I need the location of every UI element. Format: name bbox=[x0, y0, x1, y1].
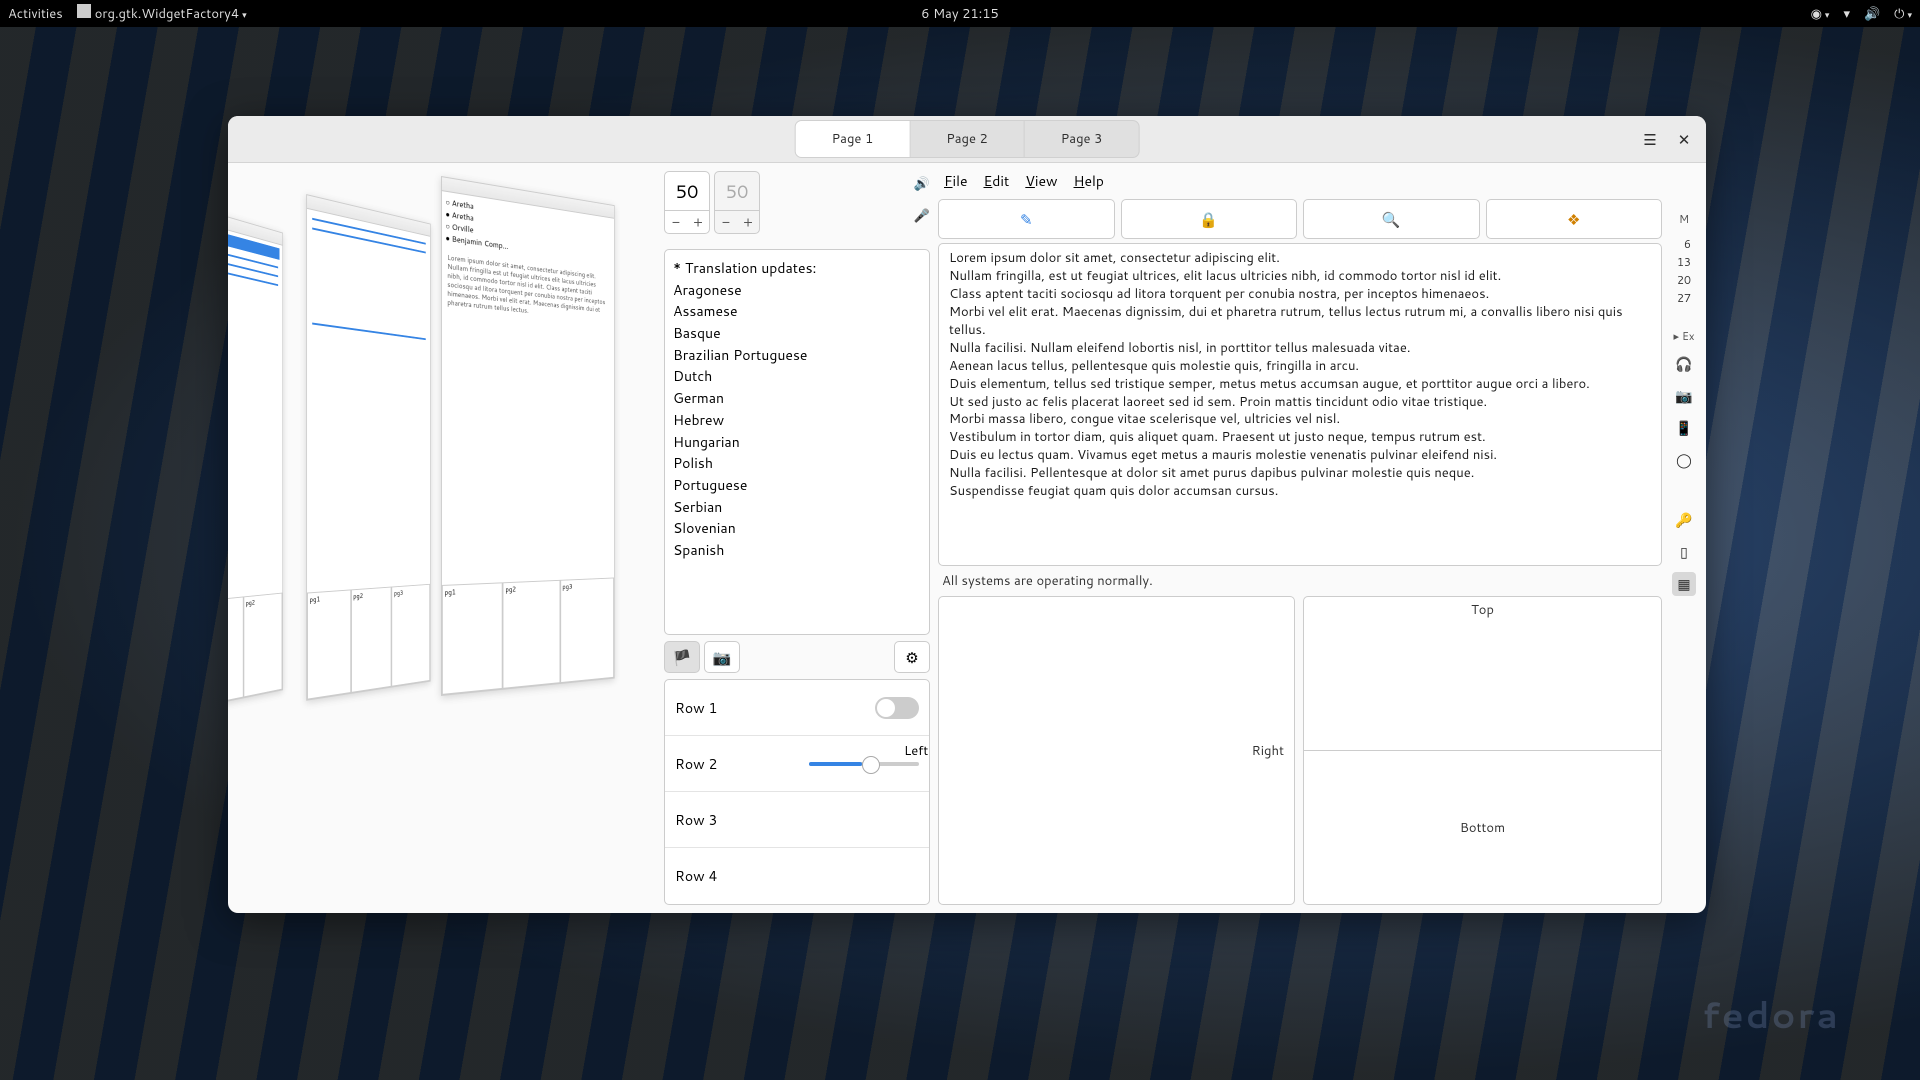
toolbar-open-button[interactable]: ✎ bbox=[938, 199, 1115, 239]
toggle-toolbar: 🏴 📷 ⚙ bbox=[664, 641, 930, 673]
language-listbox[interactable]: * Translation updates: Aragonese Assames… bbox=[664, 249, 930, 635]
tab-page3[interactable]: Page 3 bbox=[1025, 121, 1139, 157]
list-item[interactable]: German bbox=[673, 388, 921, 410]
app-icon bbox=[77, 4, 91, 18]
toolbar-search-button[interactable]: 🔍 bbox=[1303, 199, 1480, 239]
pane-label-left: Left bbox=[904, 742, 928, 760]
headphones-icon[interactable]: 🎧 bbox=[1672, 352, 1696, 376]
speaker-icon[interactable]: 🔊 bbox=[914, 175, 930, 193]
menu-bar: File Edit View Help bbox=[938, 171, 1662, 195]
list-row-4[interactable]: Row 4 bbox=[665, 848, 929, 904]
search-icon: 🔍 bbox=[1382, 209, 1401, 230]
sidebar-month-label: M bbox=[1679, 211, 1689, 227]
lorem-textview[interactable]: Lorem ipsum dolor sit amet, consectetur … bbox=[938, 243, 1662, 566]
list-item[interactable]: Aragonese bbox=[673, 280, 921, 302]
spin-button-disabled: 50 −+ bbox=[714, 171, 760, 234]
clock[interactable]: 6 May 21:15 bbox=[921, 5, 998, 23]
network-icon[interactable]: ▾ bbox=[1843, 5, 1850, 23]
list-item[interactable]: Hungarian bbox=[673, 432, 921, 454]
spin-plus-icon[interactable]: + bbox=[687, 211, 709, 233]
volume-icon[interactable]: 🔊 bbox=[1864, 5, 1880, 23]
hamburger-menu-button[interactable]: ☰ bbox=[1636, 125, 1664, 153]
doc-icon[interactable]: ▯ bbox=[1672, 540, 1696, 564]
circle-icon[interactable]: ◯ bbox=[1672, 448, 1696, 472]
open-icon: ✎ bbox=[1020, 209, 1033, 230]
microphone-icon[interactable]: 🎤 bbox=[914, 207, 930, 225]
stack-page-b: pg1pg2pg3 bbox=[306, 194, 430, 701]
toolbar-action-button[interactable]: ❖ bbox=[1486, 199, 1663, 239]
status-bar: All systems are operating normally. bbox=[938, 570, 1662, 592]
hamburger-icon: ☰ bbox=[1643, 129, 1656, 150]
list-item[interactable]: Dutch bbox=[673, 366, 921, 388]
pane-label-bottom: Bottom bbox=[1460, 819, 1505, 837]
pane-label-top: Top bbox=[1471, 601, 1494, 619]
spin-button-enabled[interactable]: 50 −+ bbox=[664, 171, 710, 234]
key-icon[interactable]: 🔑 bbox=[1672, 508, 1696, 532]
sidebar-expander[interactable]: ▸ Ex bbox=[1673, 328, 1694, 344]
list-item[interactable]: Slovenian bbox=[673, 518, 921, 540]
pane-label-right: Right bbox=[1252, 742, 1284, 760]
gnome-top-bar: Activities org.gtk.WidgetFactory4▾ 6 May… bbox=[0, 0, 1920, 27]
fedora-watermark: fedora bbox=[1702, 989, 1840, 1040]
languages-header: * Translation updates: bbox=[673, 258, 921, 280]
list-item[interactable]: Spanish bbox=[673, 540, 921, 562]
camera-toggle-button[interactable]: 📷 bbox=[704, 641, 740, 673]
list-item[interactable]: Serbian bbox=[673, 497, 921, 519]
list-row-1[interactable]: Row 1 bbox=[665, 680, 929, 736]
spin-button-row: 50 −+ 50 −+ 🔊 🎤 bbox=[664, 171, 930, 243]
list-row-2[interactable]: Row 2 bbox=[665, 736, 929, 792]
sidebar-numbers: 6 13 20 27 bbox=[1677, 235, 1691, 308]
close-window-button[interactable]: ✕ bbox=[1670, 125, 1698, 153]
tab-page2[interactable]: Page 2 bbox=[910, 121, 1025, 157]
gear-button[interactable]: ⚙ bbox=[894, 641, 930, 673]
menu-edit[interactable]: Edit bbox=[984, 171, 1010, 191]
page-stack-preview: Select pg1pg2 pg1pg2pg3 ○ Aretha● Aretha… bbox=[236, 171, 656, 905]
stack-page-a: Select pg1pg2 bbox=[228, 209, 283, 708]
row1-switch[interactable] bbox=[875, 697, 919, 719]
list-row-3[interactable]: Row 3 bbox=[665, 792, 929, 848]
list-item[interactable]: Brazilian Portuguese bbox=[673, 345, 921, 367]
menu-help[interactable]: Help bbox=[1074, 171, 1104, 191]
right-pane[interactable]: Top Bottom bbox=[1303, 596, 1662, 905]
flag-icon: 🏴 bbox=[673, 647, 692, 668]
tab-page1[interactable]: Page 1 bbox=[796, 121, 911, 157]
window-body: Select pg1pg2 pg1pg2pg3 ○ Aretha● Aretha… bbox=[228, 163, 1706, 913]
camera-sidebar-icon[interactable]: 📷 bbox=[1672, 384, 1696, 408]
accessibility-icon[interactable]: ◉▾ bbox=[1811, 5, 1830, 23]
row-list: Row 1 Row 2 Row 3 Row 4 bbox=[664, 679, 930, 905]
gear-icon: ⚙ bbox=[905, 647, 918, 668]
menu-view[interactable]: View bbox=[1025, 171, 1057, 191]
caret-down-icon: ▾ bbox=[242, 8, 247, 21]
camera-icon: 📷 bbox=[713, 647, 732, 668]
widget-factory-window: Page 1 Page 2 Page 3 ☰ ✕ Select pg1pg2 bbox=[228, 116, 1706, 913]
power-icon[interactable]: ⏻▾ bbox=[1894, 5, 1912, 23]
app-menu[interactable]: org.gtk.WidgetFactory4▾ bbox=[77, 4, 247, 23]
grid-icon[interactable]: ▦ bbox=[1672, 572, 1696, 596]
lock-icon: 🔒 bbox=[1199, 209, 1218, 230]
menu-file[interactable]: File bbox=[944, 171, 968, 191]
page-switcher: Page 1 Page 2 Page 3 bbox=[795, 120, 1140, 158]
toolbar-lock-button[interactable]: 🔒 bbox=[1121, 199, 1298, 239]
spin-minus-icon[interactable]: − bbox=[665, 211, 687, 233]
flag-toggle-button[interactable]: 🏴 bbox=[664, 641, 700, 673]
close-icon: ✕ bbox=[1678, 129, 1691, 150]
shield-icon: ❖ bbox=[1567, 209, 1580, 230]
big-toolbar: ✎ 🔒 🔍 ❖ bbox=[938, 199, 1662, 239]
list-item[interactable]: Assamese bbox=[673, 301, 921, 323]
row2-slider[interactable] bbox=[809, 762, 919, 766]
list-item[interactable]: Portuguese bbox=[673, 475, 921, 497]
list-item[interactable]: Hebrew bbox=[673, 410, 921, 432]
phone-icon[interactable]: 📱 bbox=[1672, 416, 1696, 440]
right-sidebar: M 6 13 20 27 ▸ Ex 🎧 📷 📱 ◯ 🔑 ▯ ▦ bbox=[1670, 171, 1698, 905]
left-pane[interactable]: Right bbox=[938, 596, 1295, 905]
paned-container: Left Right Top Bottom bbox=[938, 596, 1662, 905]
list-item[interactable]: Basque bbox=[673, 323, 921, 345]
stack-page-c: ○ Aretha● Aretha○ Orville● Benjamin Comp… bbox=[441, 176, 615, 696]
list-item[interactable]: Polish bbox=[673, 453, 921, 475]
activities-button[interactable]: Activities bbox=[8, 5, 63, 23]
header-bar: Page 1 Page 2 Page 3 ☰ ✕ bbox=[228, 116, 1706, 163]
